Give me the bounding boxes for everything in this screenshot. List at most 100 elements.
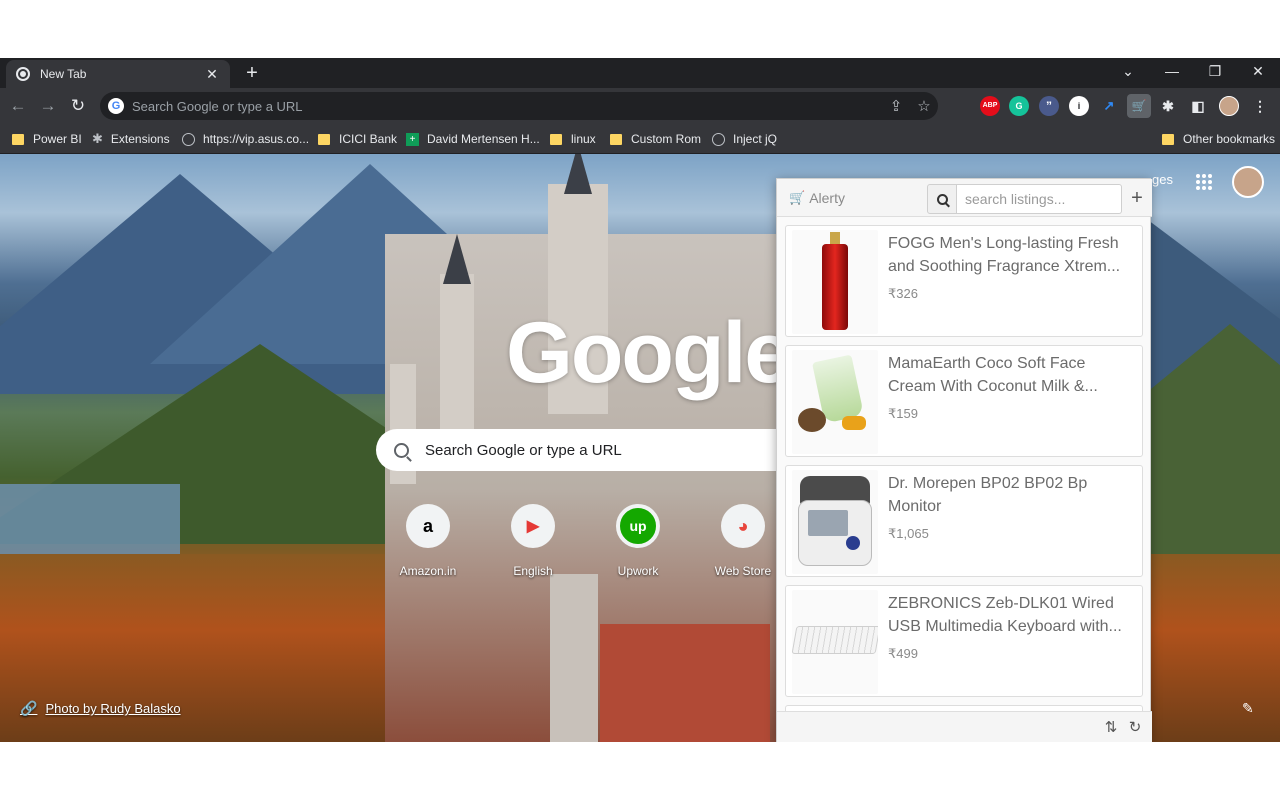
refresh-icon[interactable]: ↻ [1125, 718, 1145, 736]
listing-price: ₹159 [888, 406, 918, 421]
keyboard-image [792, 590, 878, 694]
shortcut-upwork[interactable]: up Upwork [603, 504, 673, 578]
folder-icon [610, 133, 622, 145]
bookmark-label: linux [571, 132, 596, 146]
info-extension-icon[interactable]: i [1069, 96, 1089, 116]
bookmark-label: ICICI Bank [339, 132, 398, 146]
new-tab-button[interactable]: + [242, 62, 262, 84]
google-logo: Google [506, 305, 792, 401]
link-icon: 🔗 [20, 700, 38, 716]
photo-credit-link[interactable]: 🔗 Photo by Rudy Balasko [20, 700, 181, 717]
bookmark-asus[interactable]: https://vip.asus.co... [182, 130, 309, 148]
apps-grid-icon[interactable] [1196, 174, 1212, 190]
side-panel-icon[interactable]: ◧ [1188, 96, 1208, 116]
omnibox[interactable]: G Search Google or type a URL ⇪ ☆ [100, 92, 938, 120]
listings-list[interactable]: FOGG Men's Long-lasting Fresh and Soothi… [777, 217, 1152, 711]
green-plus-icon: + [406, 132, 419, 146]
grammarly-extension-icon[interactable]: G [1009, 96, 1029, 116]
listing-title: FOGG Men's Long-lasting Fresh and Soothi… [888, 235, 1121, 275]
globe-icon [182, 132, 195, 146]
bookmark-label: Extensions [110, 132, 170, 146]
browser-toolbar: ← → ↻ G Search Google or type a URL ⇪ ☆ … [0, 88, 1280, 124]
photo-credit-text: Photo by Rudy Balasko [45, 701, 181, 716]
globe-icon [712, 132, 725, 146]
folder-icon [550, 133, 562, 145]
face-cream-image [792, 350, 878, 454]
shortcut-label: Upwork [617, 564, 659, 578]
alerty-popup: 🛒 Alerty + FOGG Men's Long-lasting Fresh… [776, 178, 1152, 742]
castle-spire [443, 234, 471, 284]
google-g-icon: G [108, 98, 124, 114]
sort-icon[interactable]: ⇅ [1101, 718, 1121, 736]
profile-avatar[interactable] [1219, 96, 1239, 116]
tab-search-chevron-icon[interactable]: ⌄ [1108, 60, 1148, 82]
ntp-search-placeholder: Search Google or type a URL [425, 441, 622, 459]
back-button[interactable]: ← [8, 96, 28, 116]
bookmark-custom-rom[interactable]: Custom Rom [610, 130, 701, 148]
chart-extension-icon[interactable]: ↗ [1099, 96, 1119, 116]
listing-card[interactable]: Dr. Morepen BP02 BP02 Bp Monitor ₹1,065 [785, 465, 1143, 577]
upwork-icon: up [616, 504, 660, 548]
close-window-button[interactable]: ✕ [1238, 60, 1278, 82]
alerty-extension-icon[interactable]: 🛒 [1127, 94, 1151, 118]
tab-new-tab[interactable]: New Tab ✕ [6, 60, 230, 88]
bookmark-inject-jq[interactable]: Inject jQ [712, 130, 777, 148]
bookmark-david[interactable]: + David Mertensen H... [406, 130, 540, 148]
quote-extension-icon[interactable]: ” [1039, 96, 1059, 116]
bookmark-label: https://vip.asus.co... [203, 132, 310, 146]
bookmark-label: Custom Rom [631, 132, 702, 146]
cart-icon: 🛒 [789, 190, 806, 205]
share-icon[interactable]: ⇪ [882, 97, 910, 115]
chrome-icon [16, 67, 30, 81]
listing-title: MamaEarth Coco Soft Face Cream With Coco… [888, 355, 1098, 395]
bookmark-power-bi[interactable]: Power BI [12, 130, 82, 148]
shortcut-web-store[interactable]: ◕ Web Store [708, 504, 778, 578]
forward-button[interactable]: → [38, 96, 58, 116]
listing-card[interactable]: MamaEarth Coco Soft Face Cream With Coco… [785, 345, 1143, 457]
bookmark-extensions[interactable]: ✱ Extensions [92, 130, 170, 148]
tab-title: New Tab [40, 67, 87, 81]
listing-price: ₹326 [888, 286, 918, 301]
ntp-profile-avatar[interactable] [1232, 166, 1264, 198]
folder-icon [12, 133, 24, 145]
amazon-icon: a [406, 504, 450, 548]
omnibox-placeholder: Search Google or type a URL [132, 98, 303, 114]
listing-price: ₹1,065 [888, 526, 929, 541]
shortcut-label: Amazon.in [399, 564, 457, 578]
menu-dots-icon[interactable]: ⋮ [1250, 96, 1270, 116]
tab-strip: New Tab ✕ + ⌄ — ❐ ✕ [0, 58, 1280, 88]
bookmark-icici[interactable]: ICICI Bank [318, 130, 397, 148]
folder-icon [318, 133, 330, 145]
search-icon [936, 193, 948, 205]
bp-monitor-image [792, 470, 878, 574]
shortcut-english[interactable]: ▶ English [498, 504, 568, 578]
search-icon [394, 442, 409, 458]
add-listing-button[interactable]: + [1127, 186, 1147, 210]
listing-title: Dr. Morepen BP02 BP02 Bp Monitor [888, 475, 1088, 515]
ntp-search-box[interactable]: Search Google or type a URL [376, 429, 776, 471]
puzzle-extensions-icon[interactable]: ✱ [1158, 96, 1178, 116]
bookmark-other[interactable]: Other bookmarks [1162, 130, 1275, 148]
bookmark-star-icon[interactable]: ☆ [910, 97, 938, 115]
search-listings-input[interactable] [957, 184, 1122, 214]
bookmark-linux[interactable]: linux [550, 130, 596, 148]
shortcut-label: English [513, 564, 553, 578]
images-link[interactable]: ges [1152, 172, 1173, 187]
shortcut-amazon[interactable]: a Amazon.in [393, 504, 463, 578]
search-button[interactable] [927, 184, 957, 214]
minimize-button[interactable]: — [1152, 60, 1192, 82]
folder-icon [1162, 133, 1174, 145]
abp-extension-icon[interactable]: ABP [980, 96, 1000, 116]
close-tab-icon[interactable]: ✕ [204, 66, 220, 83]
bookmark-label: Inject jQ [733, 132, 778, 146]
listing-card[interactable]: FOGG Men's Long-lasting Fresh and Soothi… [785, 225, 1143, 337]
reload-button[interactable]: ↻ [68, 96, 88, 116]
customize-pencil-icon[interactable]: ✎ [1242, 700, 1254, 717]
restore-button[interactable]: ❐ [1195, 60, 1235, 82]
perfume-bottle-image [792, 230, 878, 334]
listing-price: ₹499 [888, 646, 918, 661]
listing-card[interactable]: ZEBRONICS Zeb-DLK01 Wired USB Multimedia… [785, 585, 1143, 697]
bookmark-label: Power BI [33, 132, 82, 146]
shortcut-label: Web Store [714, 564, 772, 578]
brand-label: Alerty [809, 190, 845, 206]
